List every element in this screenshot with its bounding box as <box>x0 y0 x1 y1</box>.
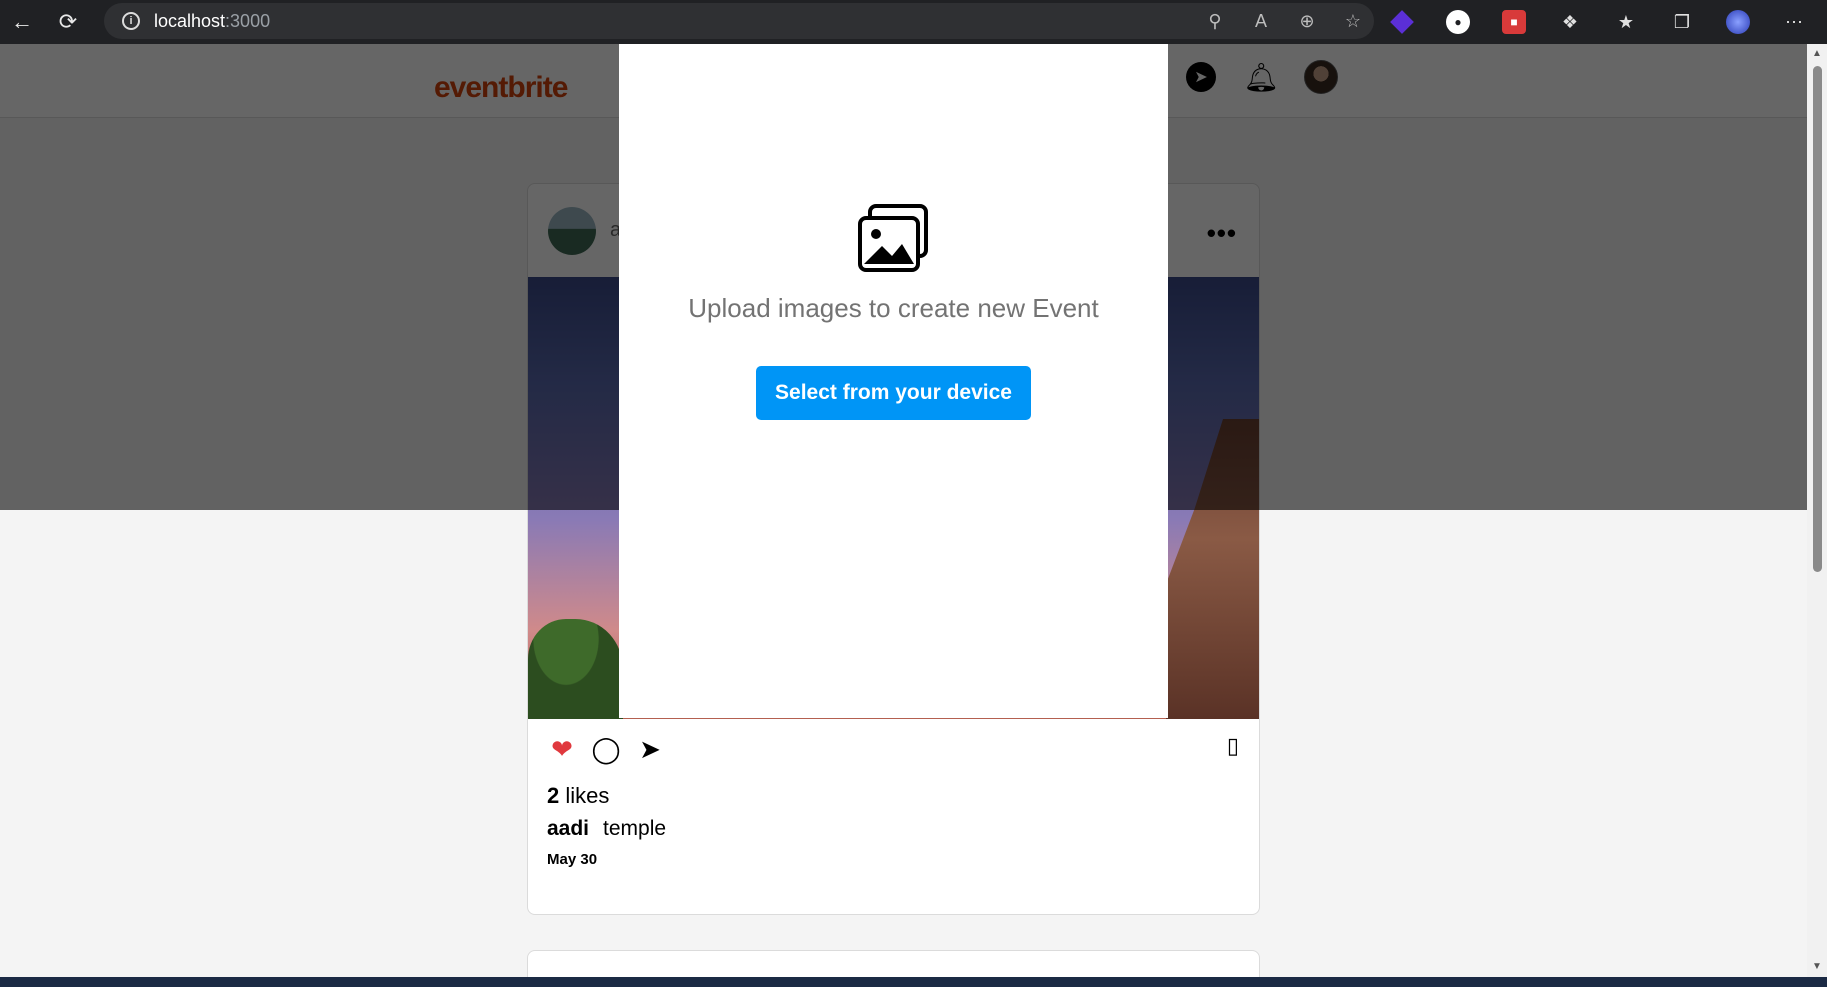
likes-label: likes <box>565 783 610 808</box>
images-icon <box>858 204 928 272</box>
extension-purple-icon[interactable] <box>1390 10 1414 34</box>
likes-count: 2 likes <box>528 783 1259 809</box>
extensions-icon[interactable]: ❖ <box>1558 10 1582 34</box>
upload-message: Upload images to create new Event <box>688 293 1099 323</box>
extension-red-icon[interactable]: ■ <box>1502 10 1526 34</box>
address-bar[interactable]: i localhost:3000 ⚲ A ⊕ ☆ <box>104 3 1374 39</box>
post-date: May 30 <box>547 851 598 868</box>
share-icon[interactable]: ➤ <box>635 734 665 765</box>
extension-circle-icon[interactable]: ● <box>1446 10 1470 34</box>
back-icon[interactable]: ← <box>0 0 44 44</box>
url-host: localhost <box>154 10 226 31</box>
trees-graphic <box>528 619 623 719</box>
reload-icon[interactable]: ⟳ <box>46 0 90 44</box>
os-taskbar <box>0 977 1827 987</box>
post-actions: ❤ ◯ ➤ ▯ <box>528 719 1259 779</box>
site-info-icon[interactable]: i <box>122 12 140 30</box>
add-favorite-icon[interactable]: ☆ <box>1342 11 1364 32</box>
comment-icon[interactable]: ◯ <box>591 734 621 765</box>
scroll-down-icon[interactable]: ▼ <box>1811 961 1823 973</box>
browser-toolbar: ← ⟳ i localhost:3000 ⚲ A ⊕ ☆ ● ■ ❖ ★ ❐ ⋯ <box>0 0 1827 44</box>
favorites-icon[interactable]: ★ <box>1614 10 1638 34</box>
scroll-thumb[interactable] <box>1813 66 1822 572</box>
create-event-modal: Upload images to create new Event Select… <box>619 44 1168 718</box>
likes-number: 2 <box>547 783 560 808</box>
zoom-icon[interactable]: ⊕ <box>1296 11 1318 32</box>
scroll-up-icon[interactable]: ▲ <box>1811 48 1823 60</box>
caption-text: temple <box>603 817 667 840</box>
page-scrollbar[interactable]: ▲ ▼ <box>1807 44 1827 977</box>
key-icon[interactable]: ⚲ <box>1204 11 1226 32</box>
read-aloud-icon[interactable]: A <box>1250 11 1272 32</box>
select-from-device-button[interactable]: Select from your device <box>756 366 1031 420</box>
caption-username[interactable]: aadi <box>547 817 589 840</box>
browser-menu-icon[interactable]: ⋯ <box>1782 10 1806 34</box>
heart-icon[interactable]: ❤ <box>547 734 577 765</box>
url-port: :3000 <box>225 10 271 31</box>
browser-profile-icon[interactable] <box>1726 10 1750 34</box>
post-caption: aadi temple <box>528 817 1259 841</box>
bookmark-icon[interactable]: ▯ <box>1227 733 1239 759</box>
collections-icon[interactable]: ❐ <box>1670 10 1694 34</box>
